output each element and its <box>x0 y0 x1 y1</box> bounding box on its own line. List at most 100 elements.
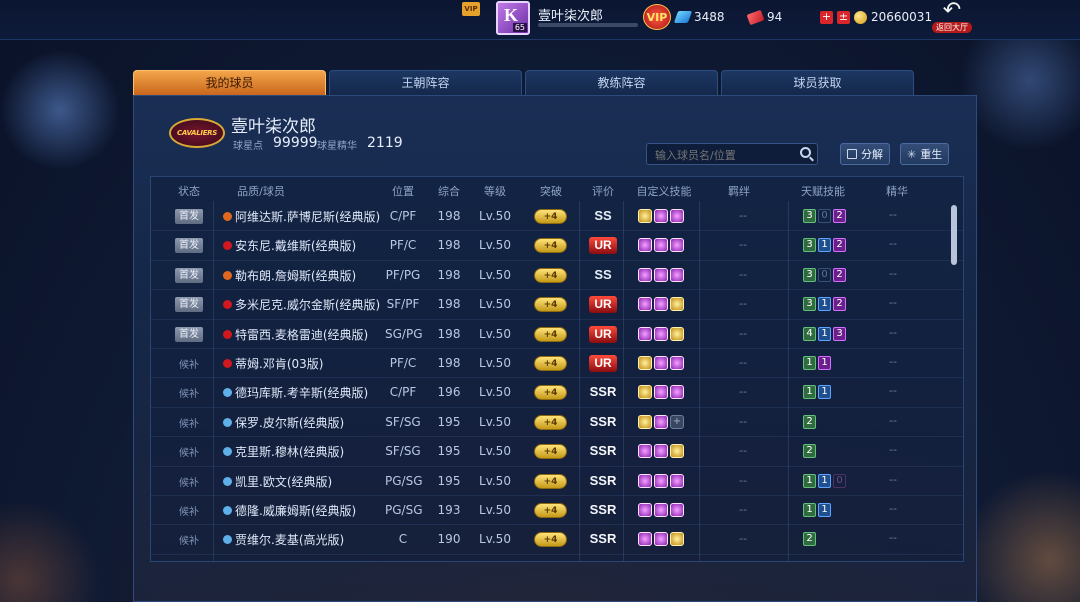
table-row[interactable]: 候补 贾维尔.麦基(高光版) C 190 Lv.50 +4 SSR -- 2 -- <box>151 525 963 555</box>
quality-dot-icon <box>223 329 232 339</box>
table-row[interactable]: 首发 多米尼克.威尔金斯(经典版) SF/PF 198 Lv.50 +4 UR -- 3 1 2 -- <box>151 290 963 320</box>
breakthrough-pill[interactable]: +4 <box>534 238 567 254</box>
skill-icon[interactable] <box>638 238 652 253</box>
skill-icon[interactable] <box>670 473 684 488</box>
essence-value: 2119 <box>367 135 403 151</box>
breakthrough-pill[interactable]: +4 <box>534 297 567 313</box>
vip-badge[interactable]: VIP <box>643 4 671 30</box>
breakthrough-pill[interactable]: +4 <box>534 473 567 489</box>
search-icon[interactable] <box>800 147 811 158</box>
col-quality-player: 品质/球员 <box>237 185 285 198</box>
position-cell: PF/C <box>389 355 417 370</box>
skill-icon[interactable] <box>654 326 668 341</box>
vip-gift-icon[interactable]: VIP <box>462 2 480 16</box>
skill-icon[interactable] <box>670 502 684 517</box>
skill-icon[interactable] <box>654 414 668 429</box>
skill-icon[interactable] <box>670 385 684 400</box>
skill-icon[interactable] <box>654 297 668 312</box>
table-row[interactable]: 候补 克里斯.穆林(经典版) SF/SG 195 Lv.50 +4 SSR -- 2 -- <box>151 437 963 467</box>
skill-icon[interactable] <box>654 267 668 282</box>
skill-icon[interactable] <box>638 532 652 547</box>
skill-icon[interactable] <box>654 238 668 253</box>
breakthrough-pill[interactable]: +4 <box>534 532 567 548</box>
avatar[interactable]: K 65 <box>496 1 530 35</box>
level-cell: Lv.50 <box>479 473 511 488</box>
skill-icon[interactable] <box>638 502 652 517</box>
talent-skills: 2 <box>803 444 816 459</box>
table-row[interactable]: 候补 德玛库斯.考辛斯(经典版) C/PF 196 Lv.50 +4 SSR -- 1 1 -- <box>151 378 963 408</box>
exchange-icon[interactable]: ± <box>837 10 850 24</box>
skill-icon[interactable] <box>670 532 684 547</box>
gem-counter[interactable]: 3488 <box>673 10 725 24</box>
skill-icon[interactable] <box>654 473 668 488</box>
essence-cell: -- <box>889 354 897 368</box>
skill-icon[interactable] <box>670 267 684 282</box>
skill-icon[interactable] <box>670 297 684 312</box>
skill-icon[interactable] <box>654 355 668 370</box>
skill-icon[interactable] <box>638 297 652 312</box>
scrollbar[interactable] <box>951 205 957 265</box>
diamond-icon <box>673 11 693 23</box>
skill-icon[interactable] <box>654 502 668 517</box>
table-row[interactable]: 首发 勒布朗.詹姆斯(经典版) PF/PG 198 Lv.50 +4 SS -- 3 0 2 -- <box>151 261 963 291</box>
skill-icon[interactable] <box>670 209 684 223</box>
skill-icon[interactable] <box>638 444 652 459</box>
gold-value: 20660031 <box>871 10 933 24</box>
table-row[interactable]: 候补 蒂姆.邓肯(03版) PF/C 198 Lv.50 +4 UR -- 1 1 -- <box>151 349 963 379</box>
skill-icon[interactable] <box>654 385 668 400</box>
quality-dot-icon <box>223 388 232 398</box>
tab-player-acquire[interactable]: 球员获取 <box>721 70 914 95</box>
skill-icon[interactable] <box>638 209 652 223</box>
table-row[interactable]: 首发 特雷西.麦格雷迪(经典版) SG/PG 198 Lv.50 +4 UR -- 4 1 3 -- <box>151 320 963 349</box>
overall-cell: 196 <box>437 385 461 400</box>
breakthrough-pill[interactable]: +4 <box>534 355 567 371</box>
overall-cell: 195 <box>437 473 461 488</box>
skill-icon[interactable] <box>638 414 652 429</box>
custom-skills <box>638 385 684 400</box>
skill-icon[interactable] <box>654 209 668 223</box>
skill-icon[interactable] <box>654 532 668 547</box>
level-cell: Lv.50 <box>479 444 511 459</box>
quality-dot-icon <box>223 535 232 545</box>
essence-cell: -- <box>889 208 897 221</box>
ticket-counter[interactable]: 94 <box>746 9 782 25</box>
skill-icon[interactable] <box>638 385 652 400</box>
plus-icon[interactable]: + <box>820 10 833 24</box>
custom-skills <box>638 267 684 282</box>
skill-icon[interactable] <box>654 444 668 459</box>
search-input[interactable] <box>647 146 787 165</box>
table-row[interactable]: 候补 保罗.皮尔斯(经典版) SF/SG 195 Lv.50 +4 SSR + -- 2 -- <box>151 408 963 438</box>
skill-icon[interactable] <box>670 444 684 459</box>
skill-icon[interactable] <box>638 355 652 370</box>
table-row[interactable]: 首发 安东尼.戴维斯(经典版) PF/C 198 Lv.50 +4 UR -- 3 1 2 -- <box>151 231 963 261</box>
skill-icon[interactable] <box>638 473 652 488</box>
return-button[interactable]: ↶ 返回大厅 <box>932 0 972 36</box>
breakthrough-pill[interactable]: +4 <box>534 267 567 283</box>
skill-icon[interactable] <box>670 238 684 253</box>
player-name: 壹叶柒次郎 <box>538 9 604 24</box>
breakthrough-pill[interactable]: +4 <box>534 326 567 342</box>
skill-icon[interactable] <box>638 267 652 282</box>
skill-icon[interactable] <box>670 355 684 370</box>
status-badge: 候补 <box>179 448 199 460</box>
col-level: 等级 <box>484 185 506 198</box>
breakthrough-pill[interactable]: +4 <box>534 444 567 460</box>
breakthrough-pill[interactable]: +4 <box>534 209 567 224</box>
breakthrough-pill[interactable]: +4 <box>534 414 567 430</box>
empty-skill-slot-icon[interactable]: + <box>670 414 684 429</box>
rebirth-button[interactable]: ✳ 重生 <box>900 143 950 165</box>
decompose-button[interactable]: 分解 <box>840 143 890 165</box>
tab-my-players[interactable]: 我的球员 <box>133 70 326 95</box>
tab-coach-lineup[interactable]: 教练阵容 <box>525 70 718 95</box>
skill-icon[interactable] <box>638 326 652 341</box>
tab-dynasty-lineup[interactable]: 王朝阵容 <box>329 70 522 95</box>
talent-skills: 110 <box>803 473 846 488</box>
table-row[interactable]: 候补 德隆.威廉姆斯(经典版) PG/SG 193 Lv.50 +4 SSR -- 1 1 -- <box>151 496 963 526</box>
table-row[interactable]: 候补 凯里.欧文(经典版) PG/SG 195 Lv.50 +4 SSR -- 1 1 0 -- <box>151 467 963 496</box>
table-row[interactable]: 首发 阿维达斯.萨博尼斯(经典版) C/PF 198 Lv.50 +4 SS -- 3 0 2 -- <box>151 202 963 232</box>
essence-cell: -- <box>889 296 897 310</box>
skill-icon[interactable] <box>670 326 684 341</box>
bond-cell: -- <box>739 473 747 487</box>
breakthrough-pill[interactable]: +4 <box>534 385 567 401</box>
breakthrough-pill[interactable]: +4 <box>534 502 567 518</box>
